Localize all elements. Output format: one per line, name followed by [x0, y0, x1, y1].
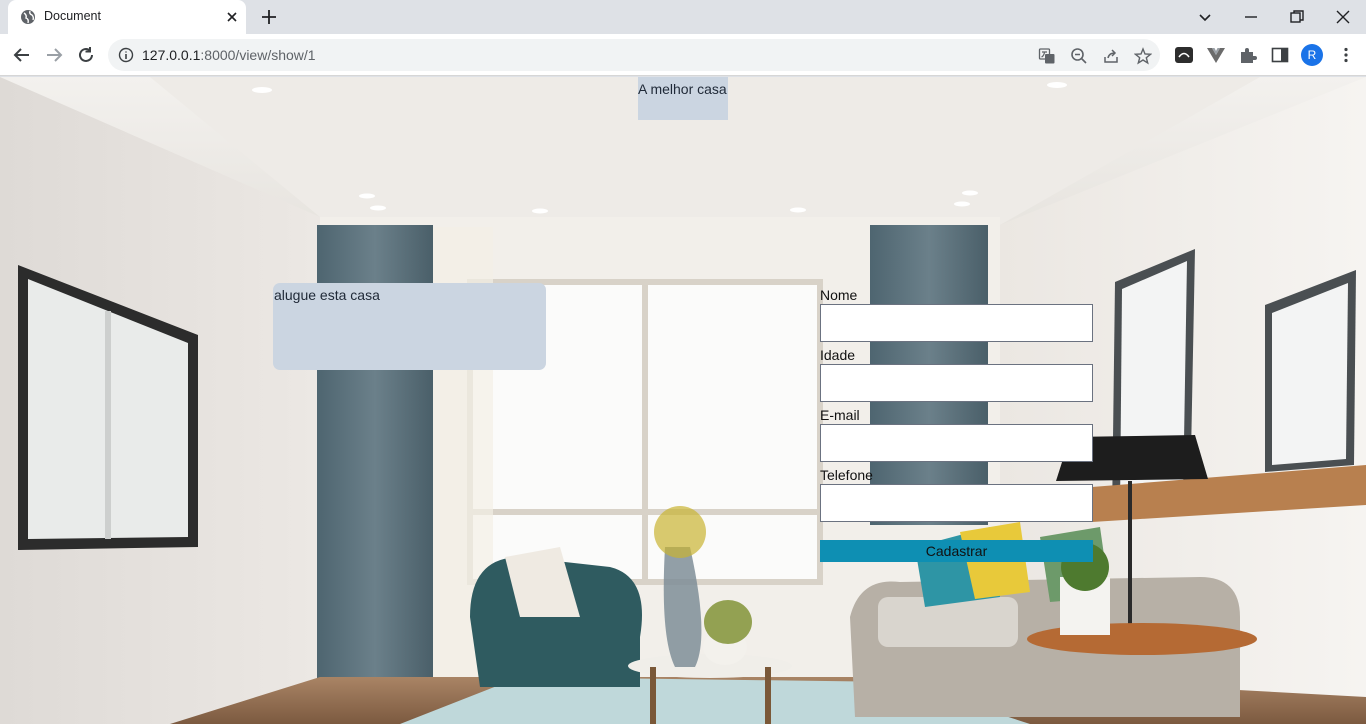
profile-avatar[interactable]: R — [1301, 44, 1323, 66]
forward-icon[interactable] — [43, 44, 65, 66]
menu-kebab-icon[interactable] — [1336, 45, 1356, 65]
new-tab-icon[interactable] — [260, 8, 278, 26]
zoom-out-icon[interactable] — [1070, 47, 1088, 65]
page-title: A melhor casa — [638, 81, 727, 97]
age-label: Idade — [820, 347, 856, 363]
email-field[interactable] — [820, 424, 1093, 462]
site-info-icon[interactable] — [118, 47, 134, 63]
phone-field[interactable] — [820, 484, 1093, 522]
restore-icon[interactable] — [1286, 6, 1308, 28]
share-icon[interactable] — [1102, 47, 1120, 65]
close-tab-icon[interactable] — [224, 9, 240, 25]
phone-label: Telefone — [820, 467, 873, 483]
extension-dark-icon[interactable] — [1174, 45, 1194, 65]
browser-toolbar: 127.0.0.1:8000/view/show/1 R — [0, 34, 1366, 76]
back-icon[interactable] — [11, 44, 33, 66]
browser-tab[interactable]: Document — [8, 0, 246, 34]
side-panel-icon[interactable] — [1270, 45, 1290, 65]
registration-form: Nome Idade E-mail Telefone Cadastrar — [820, 286, 1093, 562]
close-window-icon[interactable] — [1332, 6, 1354, 28]
translate-icon[interactable] — [1038, 47, 1056, 65]
reload-icon[interactable] — [75, 44, 97, 66]
tab-strip: Document — [0, 0, 1366, 34]
vue-devtools-icon[interactable] — [1206, 45, 1226, 65]
submit-button[interactable]: Cadastrar — [820, 540, 1093, 562]
minimize-icon[interactable] — [1240, 6, 1262, 28]
bookmark-star-icon[interactable] — [1134, 47, 1152, 65]
url-path: :8000/view/show/1 — [200, 47, 316, 63]
email-label: E-mail — [820, 407, 860, 423]
tab-search-icon[interactable] — [1194, 6, 1216, 28]
name-field[interactable] — [820, 304, 1093, 342]
living-room-background — [0, 77, 1366, 724]
page-header-box: A melhor casa — [638, 77, 728, 120]
extensions-puzzle-icon[interactable] — [1238, 45, 1258, 65]
page-viewport: A melhor casa alugue esta casa Nome Idad… — [0, 77, 1366, 724]
rent-callout-text: alugue esta casa — [274, 287, 380, 303]
name-label: Nome — [820, 287, 858, 303]
age-field[interactable] — [820, 364, 1093, 402]
globe-icon — [21, 10, 35, 24]
url-text: 127.0.0.1:8000/view/show/1 — [142, 47, 316, 63]
rent-callout-box: alugue esta casa — [273, 283, 546, 370]
address-bar[interactable]: 127.0.0.1:8000/view/show/1 — [108, 39, 1160, 71]
url-host: 127.0.0.1 — [142, 47, 201, 63]
tab-title: Document — [44, 9, 101, 23]
